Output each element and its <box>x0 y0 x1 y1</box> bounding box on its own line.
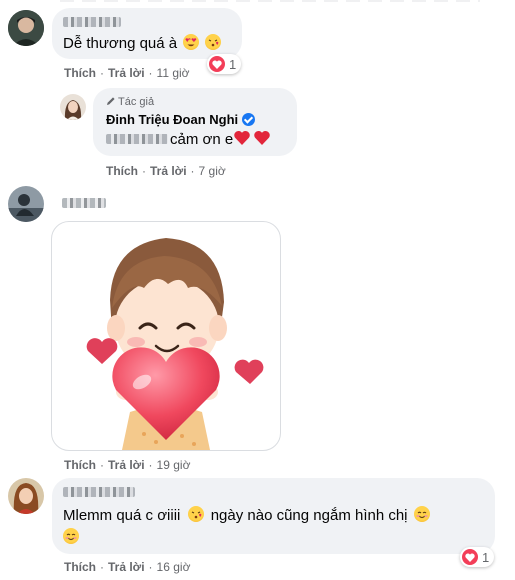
author-badge: Tác giả <box>106 96 154 108</box>
reply-link[interactable]: Trả lời <box>150 164 187 178</box>
commenter-avatar-1[interactable] <box>8 10 44 46</box>
author-avatar[interactable] <box>60 94 86 120</box>
reply-link[interactable]: Trả lời <box>108 560 145 574</box>
kissing-emoji <box>187 506 204 522</box>
timestamp[interactable]: 16 giờ <box>157 560 191 574</box>
reply-link[interactable]: Trả lời <box>108 66 145 80</box>
avatar-image <box>8 10 44 46</box>
kissing-emoji <box>205 34 222 50</box>
comment-actions-1: Thích · Trả lời · 11 giờ <box>64 66 190 80</box>
smiling-blush-emoji <box>413 506 430 522</box>
reply-actions-1: Thích · Trả lời · 7 giờ <box>106 164 226 178</box>
boy-holding-heart-sticker <box>86 238 264 450</box>
reaction-count: 1 <box>482 549 490 565</box>
clipped-previous-content <box>60 0 480 2</box>
comment-actions-2: Thích · Trả lời · 19 giờ <box>64 458 191 472</box>
red-hearts-emoji <box>234 130 270 145</box>
comment-text-3-line2 <box>63 528 79 548</box>
timestamp[interactable]: 11 giờ <box>157 66 190 80</box>
reaction-count: 1 <box>229 56 237 72</box>
mentioned-name-redacted[interactable] <box>106 134 168 144</box>
commenter-avatar-3[interactable] <box>8 478 44 514</box>
love-reaction-icon <box>462 549 478 565</box>
like-link[interactable]: Thích <box>64 66 96 80</box>
sticker-attachment[interactable] <box>51 221 281 451</box>
reaction-badge-1[interactable]: 1 <box>207 54 242 74</box>
avatar-image <box>8 186 44 222</box>
reaction-badge-3[interactable]: 1 <box>460 547 495 567</box>
commenter-name-redacted[interactable] <box>63 17 121 27</box>
love-reaction-icon <box>209 56 225 72</box>
comment-actions-3: Thích · Trả lời · 16 giờ <box>64 560 191 574</box>
commenter-name-redacted[interactable] <box>63 487 135 497</box>
avatar-image <box>60 94 86 120</box>
author-name[interactable]: Đinh Triệu Đoan Nghi <box>106 112 256 127</box>
comment-text-1: Dễ thương quá à <box>63 34 222 54</box>
commenter-avatar-2[interactable] <box>8 186 44 222</box>
verified-badge-icon <box>242 113 256 126</box>
comment-text-3: Mlemm quá c ơiiii ngày nào cũng ngắm hìn… <box>63 506 430 526</box>
smiling-blush-emoji <box>63 528 79 544</box>
pencil-icon <box>107 97 115 105</box>
avatar-image <box>8 478 44 514</box>
reply-link[interactable]: Trả lời <box>108 458 145 472</box>
timestamp[interactable]: 7 giờ <box>199 164 226 178</box>
like-link[interactable]: Thích <box>64 458 96 472</box>
commenter-name-redacted[interactable] <box>62 198 106 208</box>
reply-text-1: cảm ơn e <box>170 130 273 150</box>
like-link[interactable]: Thích <box>64 560 96 574</box>
timestamp[interactable]: 19 giờ <box>157 458 191 472</box>
heart-eyes-emoji <box>183 34 200 50</box>
like-link[interactable]: Thích <box>106 164 138 178</box>
